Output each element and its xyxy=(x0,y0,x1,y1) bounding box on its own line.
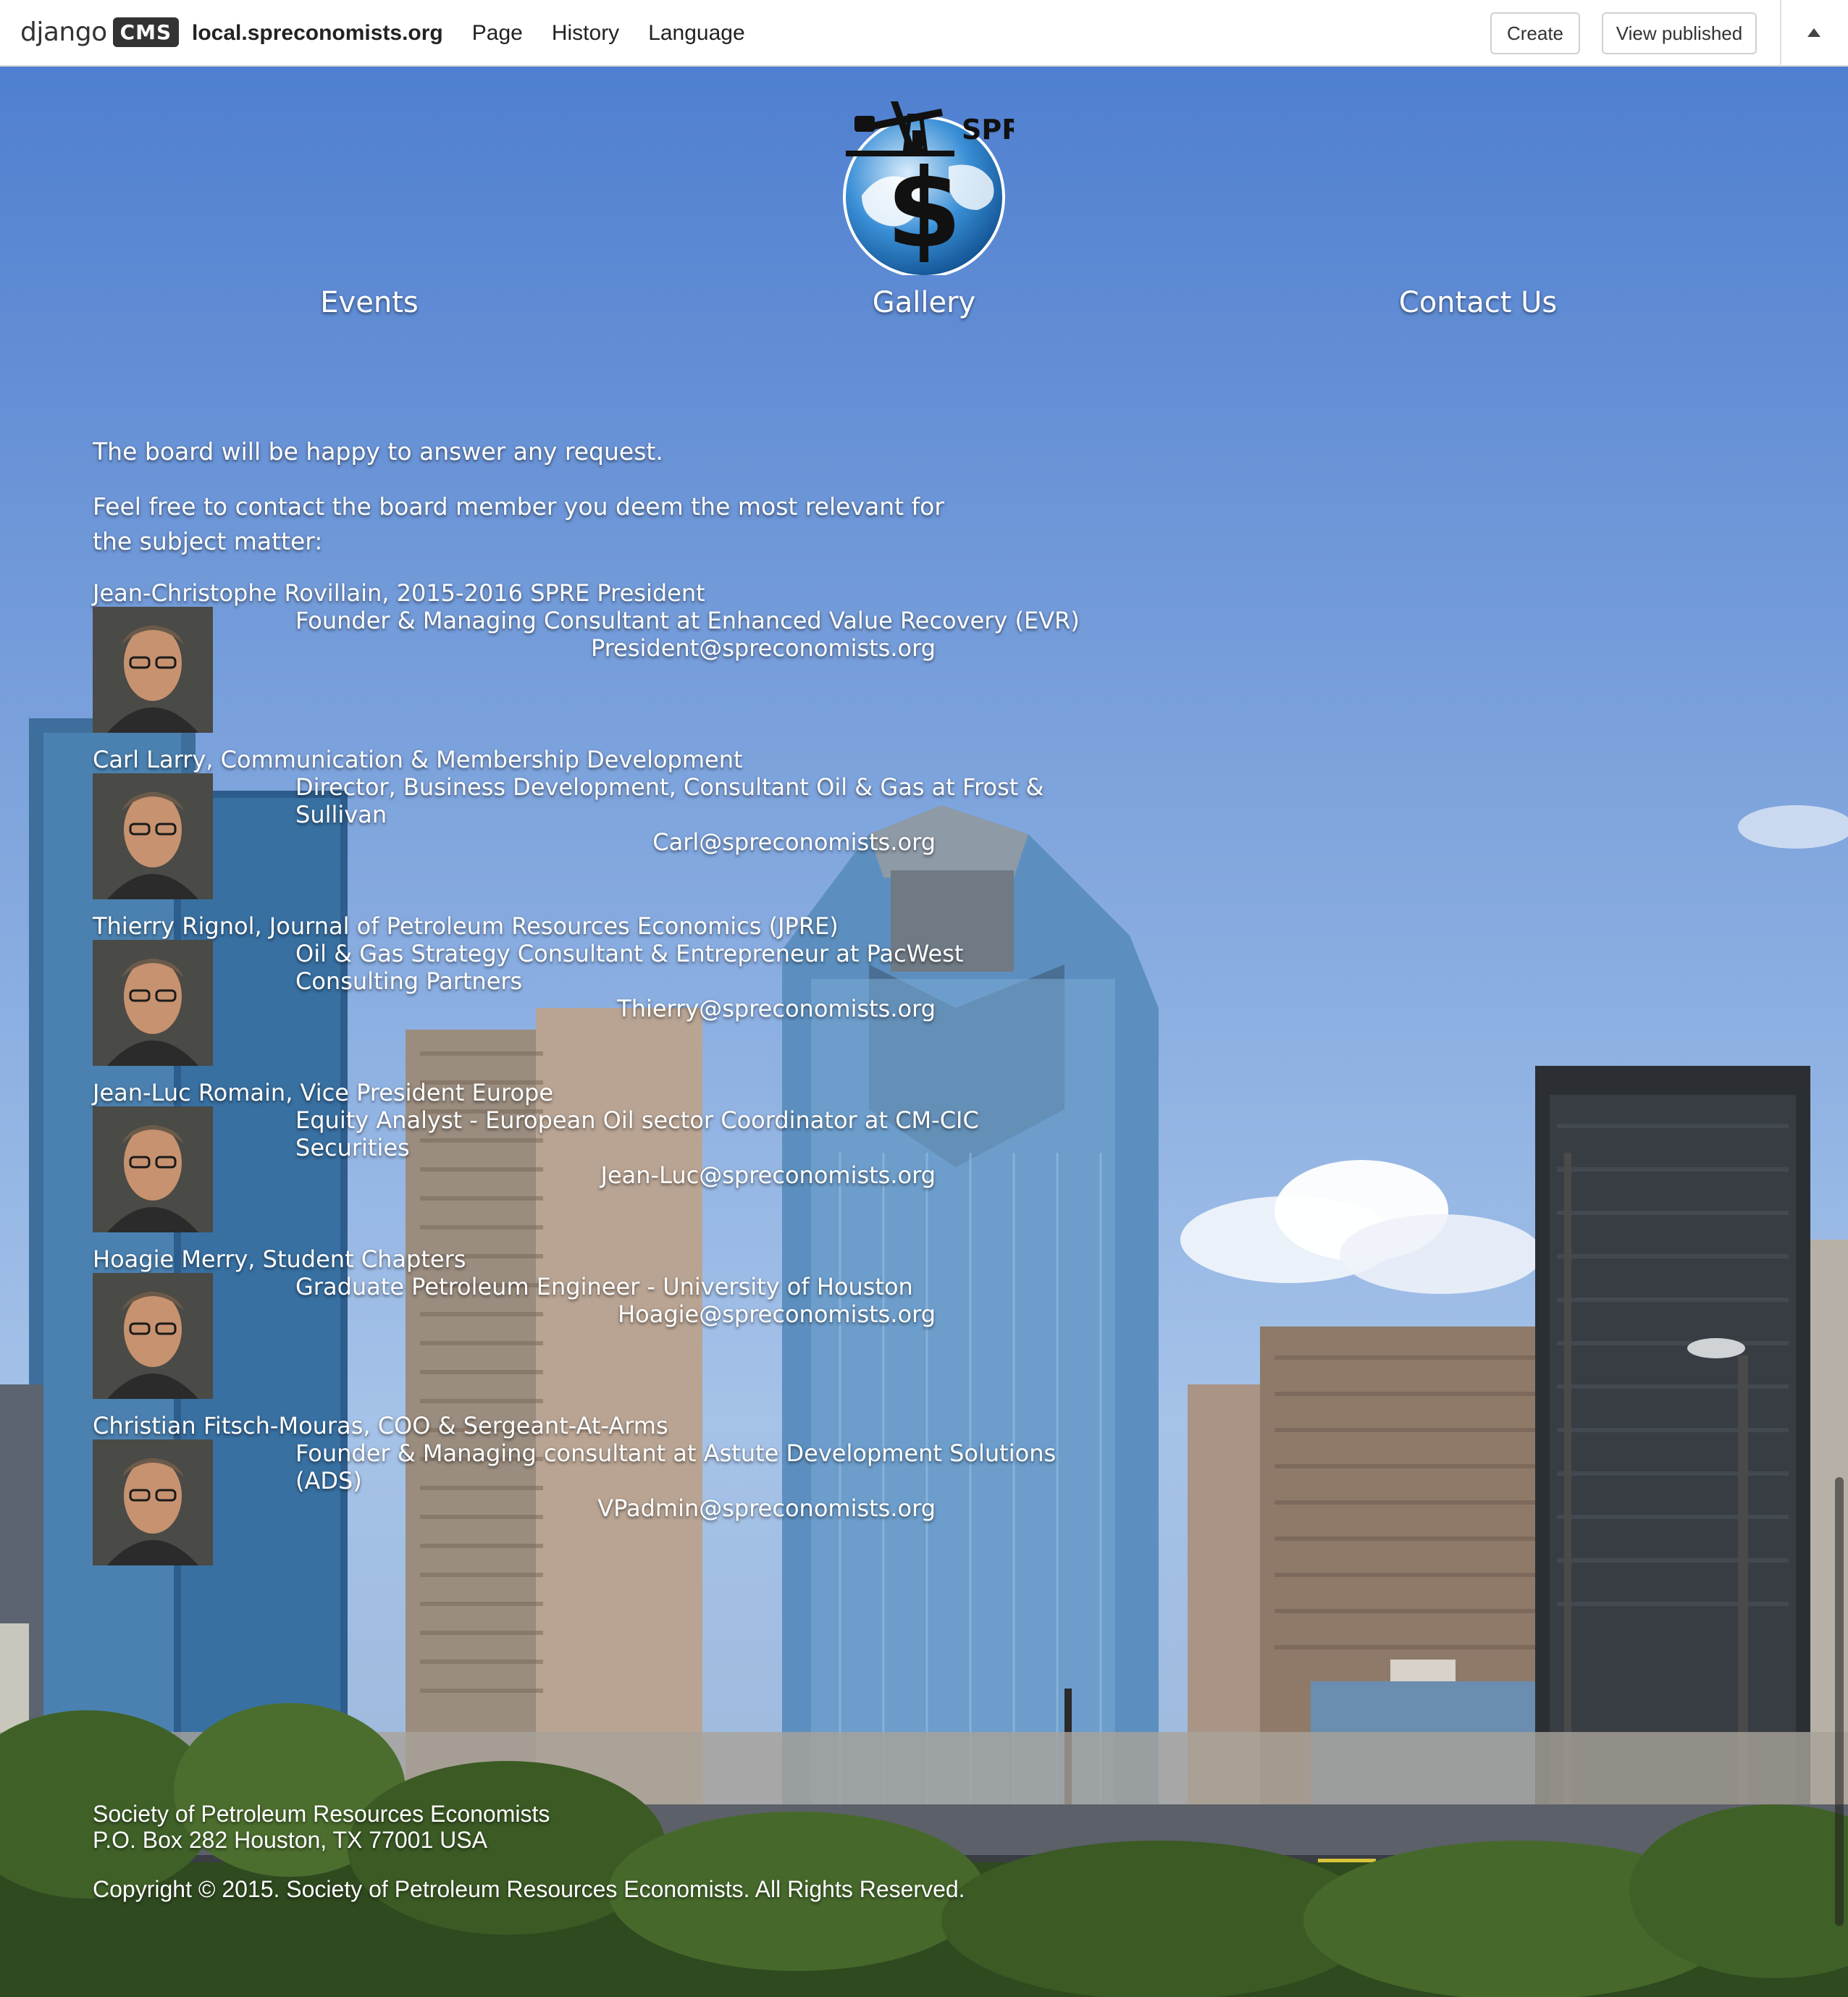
contact-content: The board will be happy to answer any re… xyxy=(93,434,1080,1578)
member-email[interactable]: Jean-Luc@spreconomists.org xyxy=(93,1161,936,1189)
nav-events[interactable]: Events xyxy=(320,286,418,319)
board-member: Hoagie Merry, Student Chapters Graduate … xyxy=(93,1245,991,1399)
board-member: Jean-Luc Romain, Vice President Europe E… xyxy=(93,1079,991,1232)
contact-note: Feel free to contact the board member yo… xyxy=(93,492,944,555)
member-name: Thierry Rignol, Journal of Petroleum Res… xyxy=(93,912,839,940)
intro-text: The board will be happy to answer any re… xyxy=(93,437,663,466)
member-photo xyxy=(93,1106,213,1232)
toolbar-divider xyxy=(1780,0,1781,67)
toolbar-language-menu[interactable]: Language xyxy=(648,21,744,46)
member-photo xyxy=(93,773,213,899)
member-email[interactable]: Thierry@spreconomists.org xyxy=(93,995,936,1022)
member-name: Jean-Luc Romain, Vice President Europe xyxy=(93,1079,554,1106)
member-role: Founder & Managing consultant at Astute … xyxy=(295,1439,1057,1494)
toolbar-site-menu[interactable]: local.spreconomists.org xyxy=(192,21,443,46)
caret-up-icon[interactable] xyxy=(1803,22,1825,43)
brand-text: django xyxy=(20,17,107,47)
footer-copyright: Copyright © 2015. Society of Petroleum R… xyxy=(93,1876,965,1902)
page-scrollbar[interactable] xyxy=(1835,1477,1844,1926)
member-name: Hoagie Merry, Student Chapters xyxy=(93,1245,466,1273)
cms-toolbar: django CMS local.spreconomists.org Page … xyxy=(0,0,1848,67)
member-name: Jean-Christophe Rovillain, 2015-2016 SPR… xyxy=(93,579,705,607)
member-role: Graduate Petroleum Engineer - University… xyxy=(295,1273,913,1300)
member-role: Founder & Managing Consultant at Enhance… xyxy=(295,607,1080,634)
board-member: Jean-Christophe Rovillain, 2015-2016 SPR… xyxy=(93,579,1080,733)
footer-address: P.O. Box 282 Houston, TX 77001 USA xyxy=(93,1827,487,1853)
brand-badge: CMS xyxy=(112,17,180,47)
view-published-button[interactable]: View published xyxy=(1602,12,1757,54)
toolbar-menu: local.spreconomists.org Page History Lan… xyxy=(192,0,745,67)
member-role: Equity Analyst - European Oil sector Coo… xyxy=(295,1106,979,1161)
footer-org: Society of Petroleum Resources Economist… xyxy=(93,1801,550,1827)
svg-text:$: $ xyxy=(886,146,962,272)
member-email[interactable]: Carl@spreconomists.org xyxy=(93,828,936,856)
member-name: Carl Larry, Communication & Membership D… xyxy=(93,746,743,773)
toolbar-history-menu[interactable]: History xyxy=(552,21,619,46)
spre-logo[interactable]: $ SPRE xyxy=(840,87,1041,278)
member-role: Oil & Gas Strategy Consultant & Entrepre… xyxy=(295,940,964,995)
django-cms-logo[interactable]: django CMS xyxy=(20,14,180,49)
member-name: Christian Fitsch-Mouras, COO & Sergeant-… xyxy=(93,1412,668,1439)
nav-gallery[interactable]: Gallery xyxy=(873,286,975,319)
member-photo xyxy=(93,1439,213,1565)
member-photo xyxy=(93,940,213,1066)
board-member: Christian Fitsch-Mouras, COO & Sergeant-… xyxy=(93,1412,1056,1565)
logo-text: SPRE xyxy=(962,114,1014,146)
create-button[interactable]: Create xyxy=(1490,12,1580,54)
board-member: Carl Larry, Communication & Membership D… xyxy=(93,746,1043,899)
member-email[interactable]: VPadmin@spreconomists.org xyxy=(93,1494,936,1522)
site-footer: Society of Petroleum Resources Economist… xyxy=(93,1801,965,1902)
board-member: Thierry Rignol, Journal of Petroleum Res… xyxy=(93,912,991,1066)
member-photo xyxy=(93,607,213,733)
nav-contact-us[interactable]: Contact Us xyxy=(1399,286,1557,319)
member-email[interactable]: President@spreconomists.org xyxy=(93,634,936,662)
toolbar-page-menu[interactable]: Page xyxy=(472,21,523,46)
member-role: Director, Business Development, Consulta… xyxy=(295,773,1044,828)
member-photo xyxy=(93,1273,213,1399)
member-email[interactable]: Hoagie@spreconomists.org xyxy=(93,1300,936,1328)
